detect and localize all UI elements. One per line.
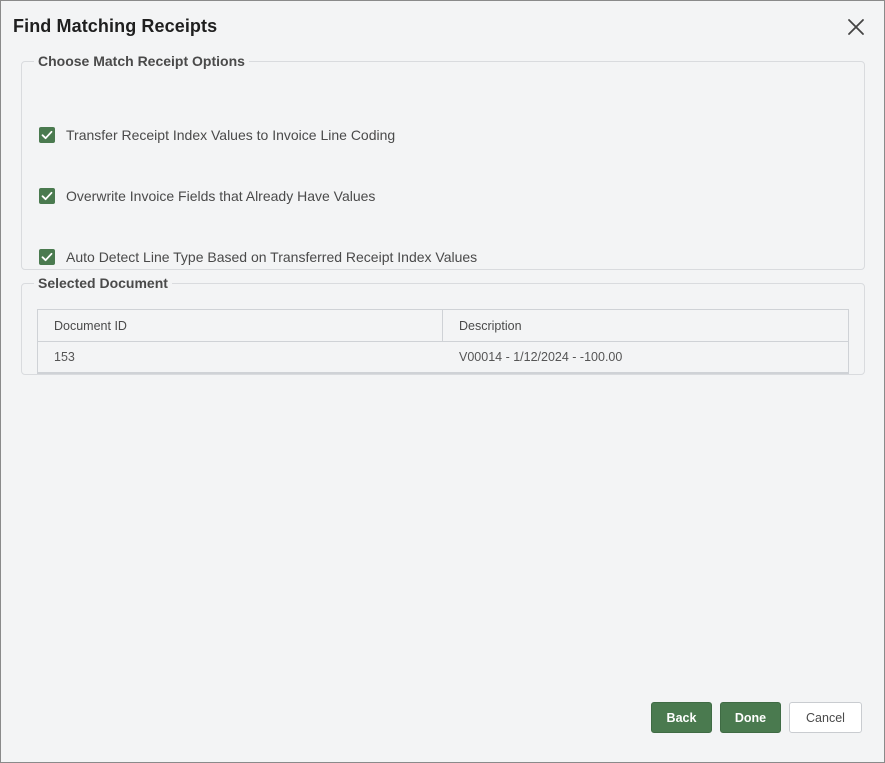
option-label: Transfer Receipt Index Values to Invoice…: [66, 127, 396, 143]
option-label: Overwrite Invoice Fields that Already Ha…: [66, 188, 376, 204]
selected-document-table: Document ID Description 153 V00014 - 1/1…: [37, 309, 849, 374]
table-row[interactable]: 153 V00014 - 1/12/2024 - -100.00: [38, 342, 848, 373]
checkmark-icon: [41, 191, 53, 201]
table-header: Document ID Description: [38, 310, 848, 342]
match-options-group: Choose Match Receipt Options Transfer Re…: [21, 53, 865, 270]
close-button[interactable]: [847, 18, 865, 36]
cancel-button[interactable]: Cancel: [789, 702, 862, 733]
checkbox-transfer-receipt-index[interactable]: [39, 127, 55, 143]
checkbox-overwrite-invoice-fields[interactable]: [39, 188, 55, 204]
dialog-title: Find Matching Receipts: [13, 16, 218, 36]
option-transfer-receipt-index[interactable]: Transfer Receipt Index Values to Invoice…: [39, 127, 395, 143]
find-matching-receipts-dialog: Find Matching Receipts Choose Match Rece…: [0, 0, 885, 763]
done-button[interactable]: Done: [720, 702, 781, 733]
option-label: Auto Detect Line Type Based on Transferr…: [66, 249, 478, 265]
selected-document-group: Selected Document Document ID Descriptio…: [21, 275, 865, 375]
checkbox-auto-detect-line-type[interactable]: [39, 249, 55, 265]
cell-document-id: 153: [54, 350, 75, 364]
cell-description: V00014 - 1/12/2024 - -100.00: [459, 350, 623, 364]
selected-document-legend: Selected Document: [38, 275, 168, 291]
checkmark-icon: [41, 130, 53, 140]
checkmark-icon: [41, 252, 53, 262]
option-overwrite-invoice-fields[interactable]: Overwrite Invoice Fields that Already Ha…: [39, 188, 375, 204]
back-button[interactable]: Back: [651, 702, 712, 733]
column-header-description[interactable]: Description: [443, 310, 848, 341]
column-header-document-id[interactable]: Document ID: [38, 310, 443, 341]
match-options-legend: Choose Match Receipt Options: [38, 53, 245, 69]
close-icon: [848, 19, 864, 35]
option-auto-detect-line-type[interactable]: Auto Detect Line Type Based on Transferr…: [39, 249, 477, 265]
